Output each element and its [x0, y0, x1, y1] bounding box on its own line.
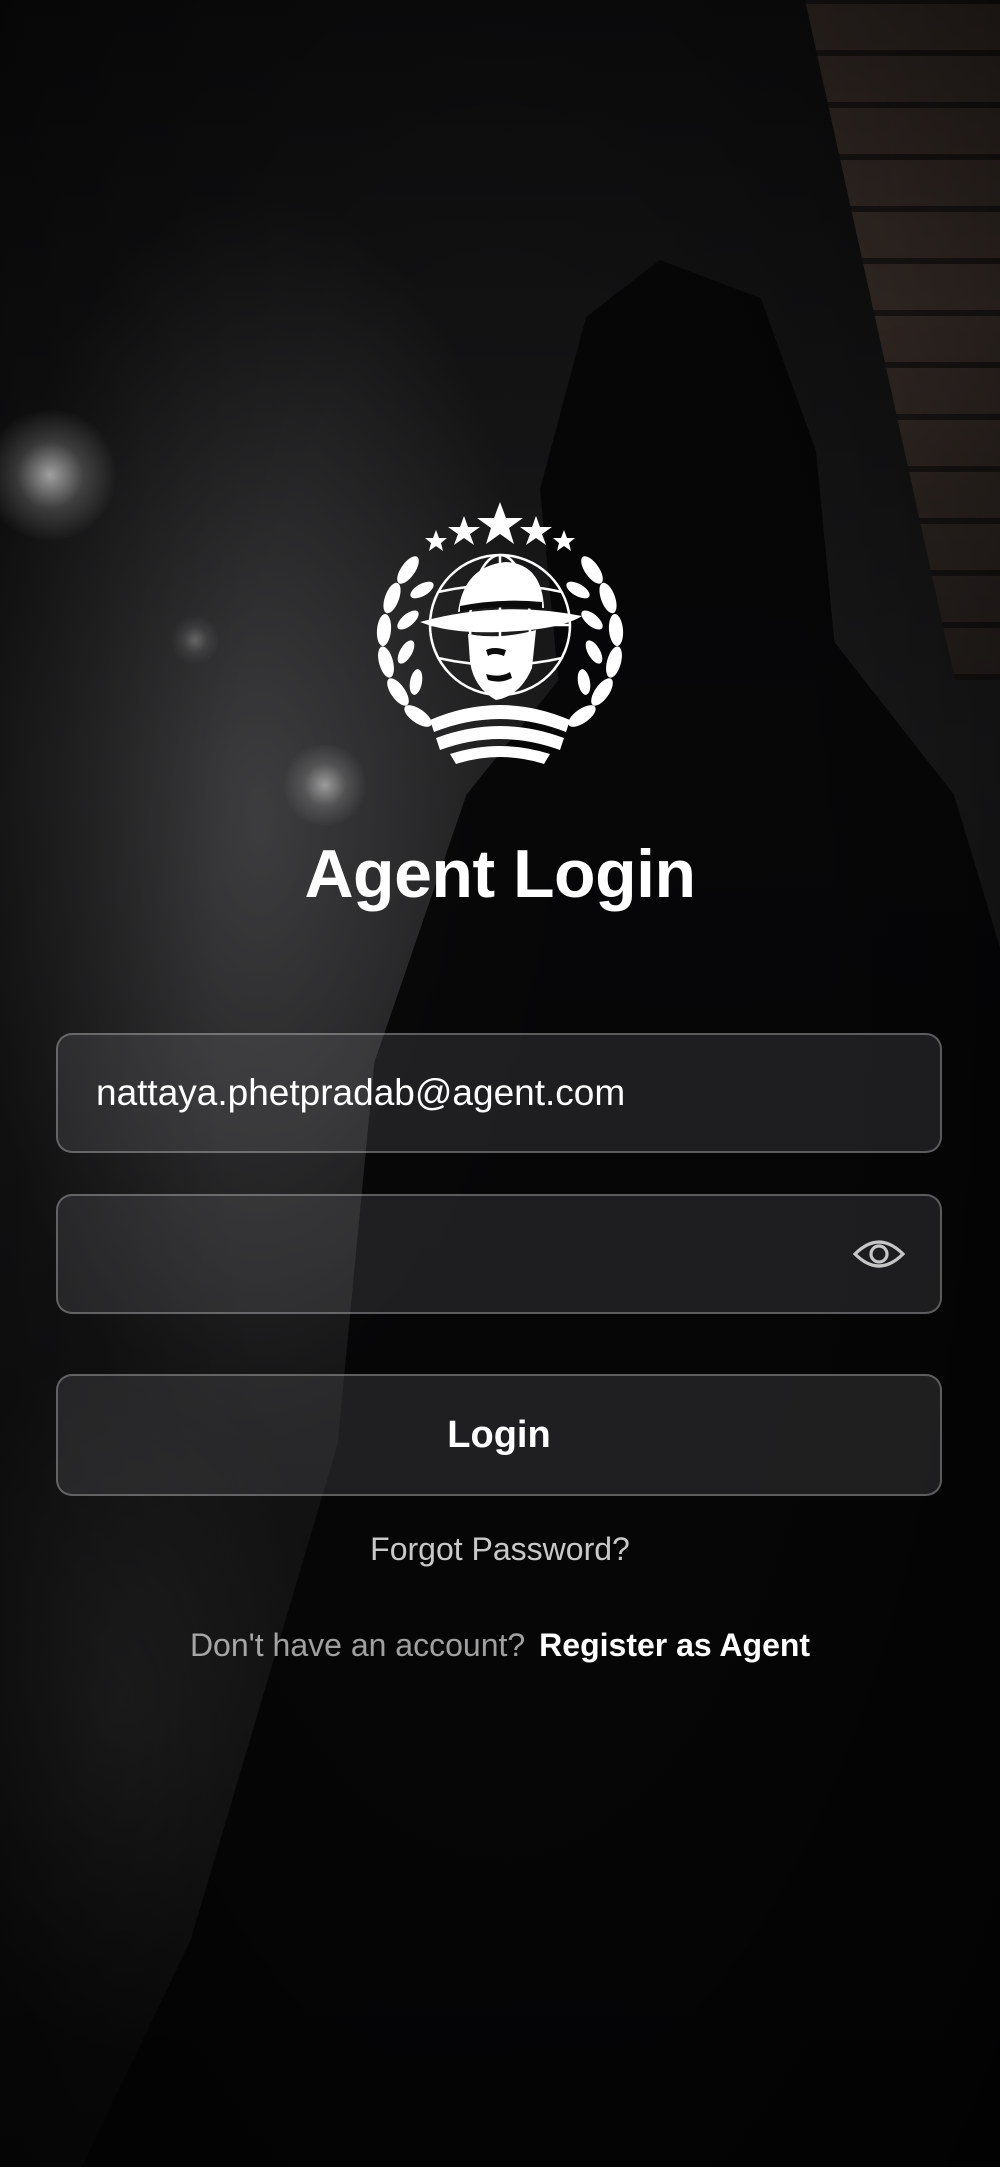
eye-icon[interactable]	[844, 1219, 914, 1289]
register-prompt: Don't have an account?	[189, 1627, 526, 1663]
page-title: Agent Login	[304, 836, 696, 912]
email-field[interactable]	[56, 1033, 942, 1153]
agent-emblem-icon	[360, 500, 640, 770]
password-field[interactable]	[56, 1194, 942, 1314]
login-screen: Agent Login Login Forgot Password? Don't…	[0, 0, 1000, 2167]
forgot-password-link[interactable]: Forgot Password?	[0, 1531, 1000, 1568]
register-row: Don't have an account? Register as Agent	[0, 1627, 1000, 1664]
password-input[interactable]	[58, 1233, 844, 1275]
register-link[interactable]: Register as Agent	[539, 1627, 810, 1663]
email-input[interactable]	[58, 1072, 940, 1114]
login-button[interactable]: Login	[56, 1374, 942, 1496]
